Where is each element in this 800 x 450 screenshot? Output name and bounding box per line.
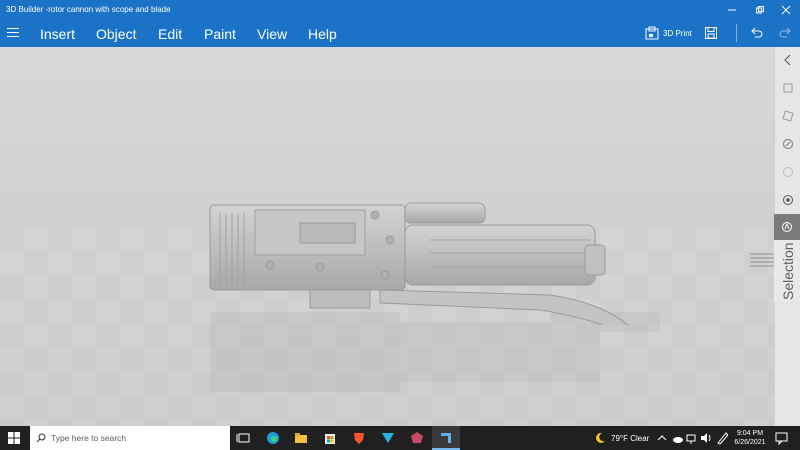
3d-app-icon[interactable] — [409, 430, 425, 446]
offscreen-object[interactable] — [750, 252, 774, 272]
circle-tool-icon[interactable] — [782, 166, 794, 178]
selection-mode-button[interactable] — [774, 214, 800, 240]
save-button[interactable] — [704, 25, 718, 41]
restore-icon — [756, 6, 764, 14]
app-triangle-icon[interactable] — [380, 430, 396, 446]
restore-button[interactable] — [746, 0, 774, 20]
undo-icon — [751, 27, 763, 38]
3d-printer-icon — [645, 26, 659, 40]
search-icon — [36, 433, 46, 443]
menu-insert[interactable]: Insert — [40, 26, 75, 42]
clock-date: 6/26/2021 — [734, 439, 766, 446]
minimize-icon — [728, 9, 736, 11]
menu-bar: Insert Object Edit Paint View Help 3D Pr… — [0, 20, 800, 47]
rotate-tool-icon[interactable] — [782, 110, 794, 122]
menu-view[interactable]: View — [257, 26, 287, 42]
menu-object[interactable]: Object — [96, 26, 136, 42]
windows-logo-icon — [8, 432, 20, 444]
close-icon — [781, 5, 791, 15]
weather-text: 79°F Clear — [611, 433, 650, 443]
title-bar: 3D Builder -rotor cannon with scope and … — [0, 0, 800, 20]
network-icon[interactable] — [686, 430, 698, 446]
3d-builder-taskbar-button[interactable] — [432, 426, 460, 450]
redo-button[interactable] — [778, 25, 792, 41]
move-tool-icon[interactable] — [782, 82, 794, 94]
selection-label: Selection — [780, 242, 796, 300]
system-clock[interactable]: 9:04 PM 6/26/2021 — [732, 429, 768, 447]
3d-print-label: 3D Print — [663, 28, 692, 38]
rotor-cannon-model[interactable] — [200, 195, 660, 325]
save-icon — [705, 27, 717, 39]
hamburger-menu-icon[interactable] — [7, 28, 19, 38]
lock-tool-icon[interactable] — [782, 194, 794, 206]
3d-builder-icon — [441, 433, 451, 443]
brave-browser-icon[interactable] — [351, 430, 367, 446]
toolbar-separator — [736, 24, 737, 42]
search-placeholder: Type here to search — [51, 433, 127, 443]
3d-viewport[interactable] — [0, 47, 774, 426]
volume-icon[interactable] — [700, 430, 712, 446]
notifications-icon[interactable] — [775, 430, 789, 446]
menu-help[interactable]: Help — [308, 26, 337, 42]
cloud-icon[interactable] — [672, 430, 684, 446]
redo-icon — [779, 27, 791, 38]
menu-paint[interactable]: Paint — [204, 26, 236, 42]
collapse-panel-icon[interactable] — [782, 54, 794, 66]
windows-taskbar: Type here to search 79°F Clear 9:04 PM 6… — [0, 426, 800, 450]
clock-time: 9:04 PM — [736, 430, 764, 437]
edge-icon[interactable] — [265, 430, 281, 446]
weather-widget[interactable]: 79°F Clear — [594, 426, 649, 450]
close-button[interactable] — [772, 0, 800, 20]
moon-icon — [596, 432, 605, 443]
store-icon[interactable] — [322, 430, 338, 446]
selection-mode-icon — [782, 222, 792, 232]
start-button[interactable] — [0, 426, 28, 450]
menu-edit[interactable]: Edit — [158, 26, 182, 42]
undo-button[interactable] — [750, 25, 764, 41]
pen-icon[interactable] — [716, 430, 728, 446]
taskbar-search-box[interactable]: Type here to search — [30, 426, 230, 450]
scale-tool-icon[interactable] — [782, 138, 794, 150]
minimize-button[interactable] — [718, 0, 746, 20]
3d-print-button[interactable]: 3D Print — [645, 25, 692, 41]
task-view-icon[interactable] — [236, 430, 252, 446]
window-title: 3D Builder -rotor cannon with scope and … — [6, 5, 171, 14]
file-explorer-icon[interactable] — [293, 430, 309, 446]
chevron-up-icon[interactable] — [657, 430, 667, 446]
